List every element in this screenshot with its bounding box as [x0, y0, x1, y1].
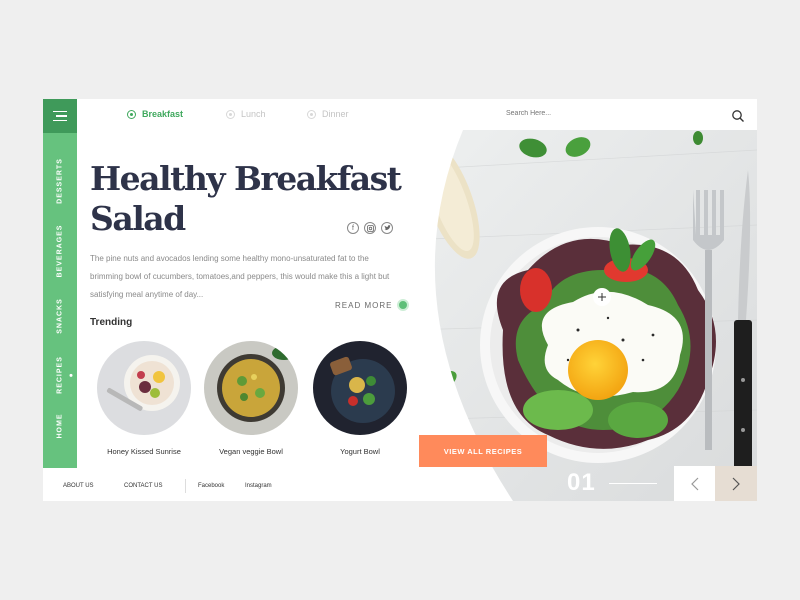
recipe-thumbnail: [97, 341, 191, 435]
title-line-1: Healthy Breakfast: [90, 159, 402, 198]
recipe-description: The pine nuts and avocados lending some …: [90, 254, 390, 299]
footer-link-about[interactable]: ABOUT US: [63, 483, 94, 489]
tab-lunch[interactable]: Lunch: [226, 109, 266, 119]
sidebar-item-home[interactable]: HOME: [57, 414, 64, 439]
next-slide-button[interactable]: [715, 466, 757, 501]
read-more-label: READ MORE: [335, 300, 393, 310]
menu-line: [53, 119, 67, 122]
footer-divider: [185, 479, 186, 493]
chevron-right-icon: [732, 477, 740, 490]
tab-label: Breakfast: [142, 109, 184, 119]
read-more-link[interactable]: READ MORE: [335, 299, 410, 311]
slide-counter: 01: [567, 469, 596, 496]
sidebar-item-recipes[interactable]: RECIPES: [57, 356, 64, 394]
sidebar-item-snacks[interactable]: SNACKS: [57, 298, 64, 334]
trending-heading: Trending: [90, 317, 133, 328]
page-title: Healthy Breakfast Salad: [90, 159, 410, 239]
trending-item[interactable]: Vegan veggie Bowl: [204, 341, 298, 456]
previous-slide-button[interactable]: [674, 466, 715, 501]
recipe-thumbnail: [313, 341, 407, 435]
recipe-name: Vegan veggie Bowl: [219, 447, 283, 456]
search-icon[interactable]: [731, 109, 745, 123]
view-all-recipes-button[interactable]: VIEW ALL RECIPES: [419, 435, 547, 467]
radio-dot-icon: [226, 109, 235, 119]
tab-dinner[interactable]: Dinner: [307, 109, 349, 119]
sidebar: DESSERTS BEVERAGES SNACKS RECIPES HOME: [43, 133, 77, 468]
chevron-left-icon: [690, 477, 698, 490]
recipe-thumbnail: [204, 341, 298, 435]
trending-item[interactable]: Honey Kissed Sunrise: [97, 341, 191, 456]
radio-dot-icon: [127, 109, 136, 119]
footer-link-facebook[interactable]: Facebook: [198, 483, 224, 489]
trending-item[interactable]: Yogurt Bowl: [313, 341, 407, 456]
tab-label: Lunch: [241, 109, 266, 119]
footer-link-contact[interactable]: CONTACT US: [124, 483, 162, 489]
search-bar: [506, 104, 757, 128]
tab-label: Dinner: [322, 109, 349, 119]
sidebar-item-desserts[interactable]: DESSERTS: [57, 158, 64, 204]
search-input[interactable]: [506, 110, 686, 117]
menu-line: [53, 110, 67, 113]
title-line-2: Salad: [90, 199, 186, 238]
menu-line: [56, 115, 67, 117]
main-card: DESSERTS BEVERAGES SNACKS RECIPES HOME B…: [43, 99, 757, 501]
tab-breakfast[interactable]: Breakfast: [127, 109, 183, 119]
recipe-name: Honey Kissed Sunrise: [107, 447, 181, 456]
recipe-name: Yogurt Bowl: [340, 447, 380, 456]
menu-button[interactable]: [43, 99, 77, 133]
sidebar-item-beverages[interactable]: BEVERAGES: [57, 225, 64, 278]
arrow-dot-icon: [397, 299, 410, 311]
footer-link-instagram[interactable]: Instagram: [245, 483, 272, 489]
slide-progress-line: [609, 483, 657, 484]
instagram-icon[interactable]: [364, 222, 376, 234]
facebook-icon[interactable]: f: [347, 222, 359, 234]
twitter-icon[interactable]: [381, 222, 393, 234]
radio-dot-icon: [307, 109, 316, 119]
